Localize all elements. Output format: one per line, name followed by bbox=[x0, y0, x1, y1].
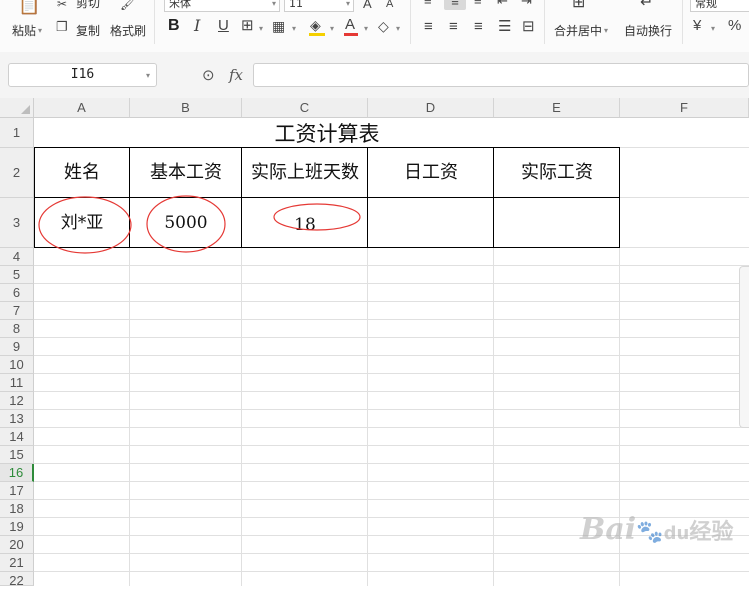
red-circle-annotation-name bbox=[38, 196, 132, 254]
side-panel-tab[interactable] bbox=[739, 266, 749, 428]
watermark-cn: 经验 bbox=[689, 520, 734, 545]
watermark-logo: Bai bbox=[580, 512, 637, 547]
paw-icon: 🐾 bbox=[636, 520, 664, 545]
baidu-watermark: Bai🐾du经验 bbox=[580, 512, 733, 547]
watermark-du: du bbox=[663, 523, 690, 544]
red-circle-annotation-salary bbox=[146, 195, 226, 253]
red-circle-annotation-days bbox=[273, 203, 361, 231]
annotation-overlay bbox=[38, 195, 361, 254]
